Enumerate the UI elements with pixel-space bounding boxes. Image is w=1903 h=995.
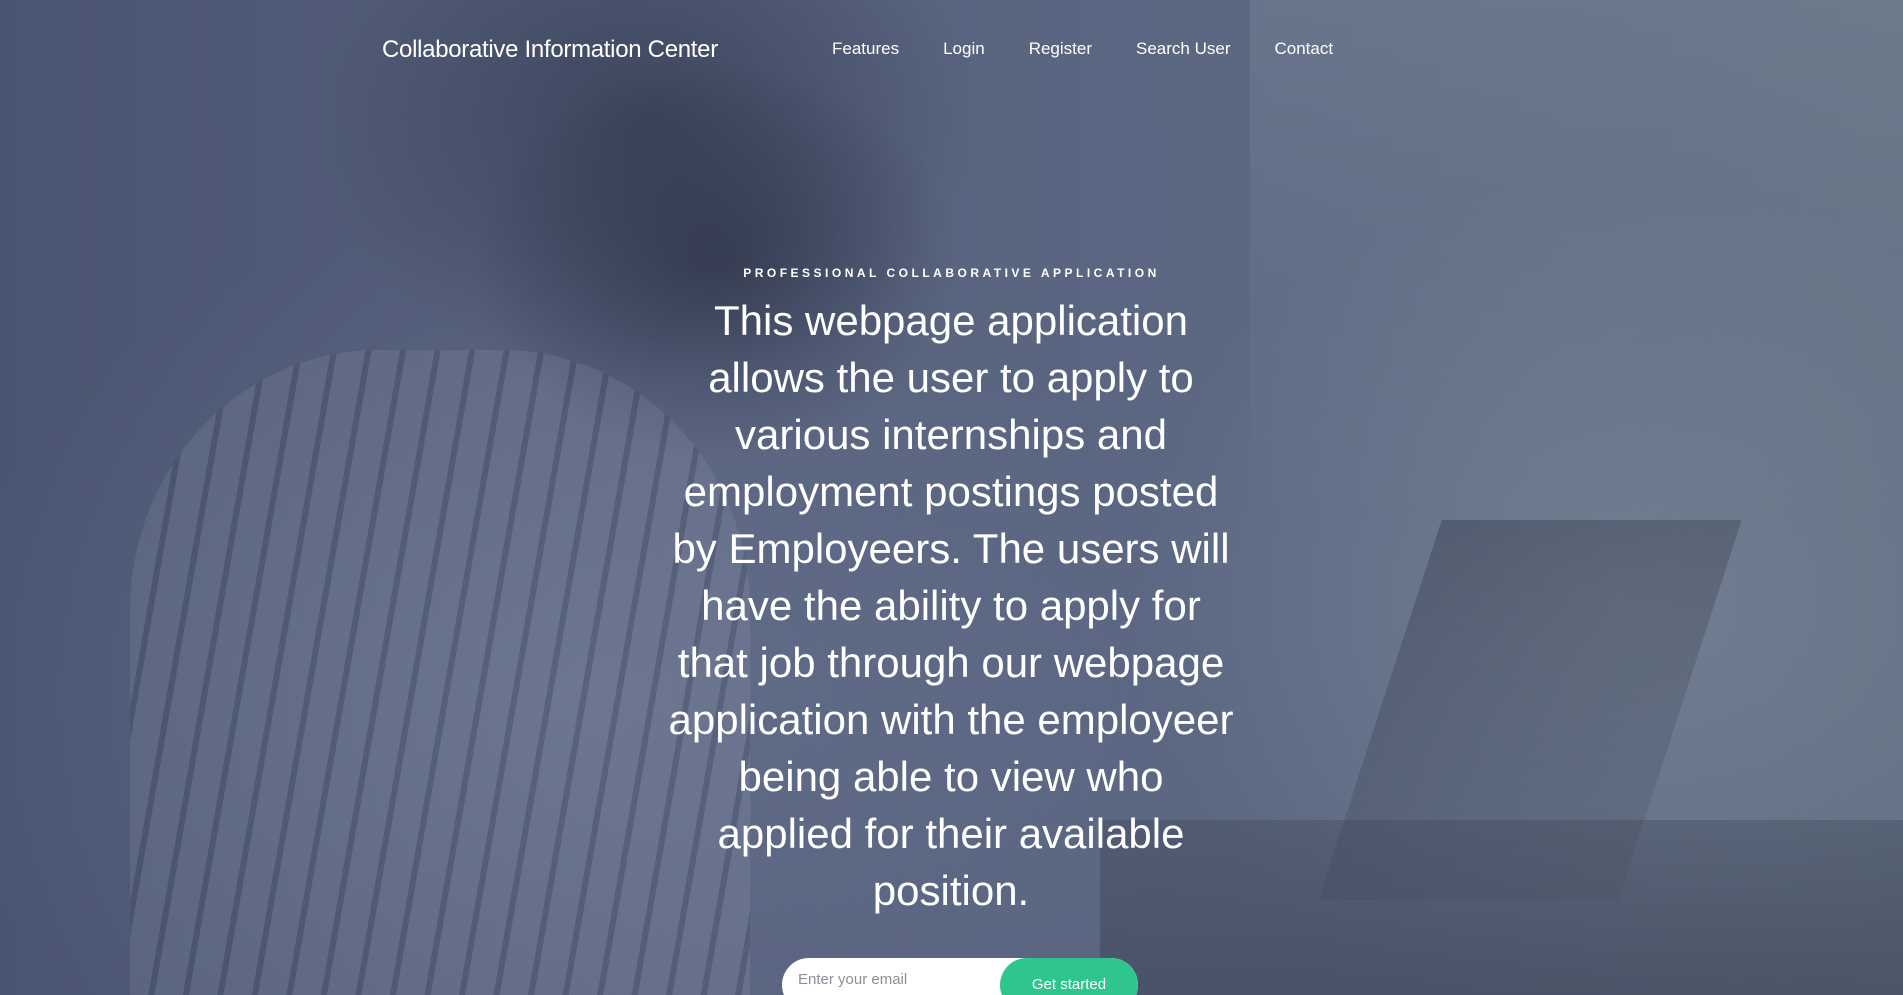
email-signup-form: Get started — [782, 958, 1138, 995]
get-started-button[interactable]: Get started — [1000, 958, 1138, 995]
nav-link-register[interactable]: Register — [1029, 39, 1092, 59]
top-navigation: Collaborative Information Center Feature… — [0, 0, 1903, 100]
background-laptop — [1318, 520, 1742, 900]
nav-link-search-user[interactable]: Search User — [1136, 39, 1230, 59]
background-striped-shirt — [130, 350, 750, 995]
nav-link-features[interactable]: Features — [832, 39, 899, 59]
brand-link[interactable]: Collaborative Information Center — [382, 36, 718, 64]
nav-link-contact[interactable]: Contact — [1275, 39, 1334, 59]
nav-links: Features Login Register Search User Cont… — [832, 39, 1377, 59]
nav-link-login[interactable]: Login — [943, 39, 985, 59]
hero-section: Collaborative Information Center Feature… — [0, 0, 1903, 995]
hero-headline: This webpage application allows the user… — [668, 297, 1234, 914]
email-input[interactable] — [782, 958, 998, 995]
hero-kicker: PROFESSIONAL COLLABORATIVE APPLICATION — [743, 266, 1160, 280]
